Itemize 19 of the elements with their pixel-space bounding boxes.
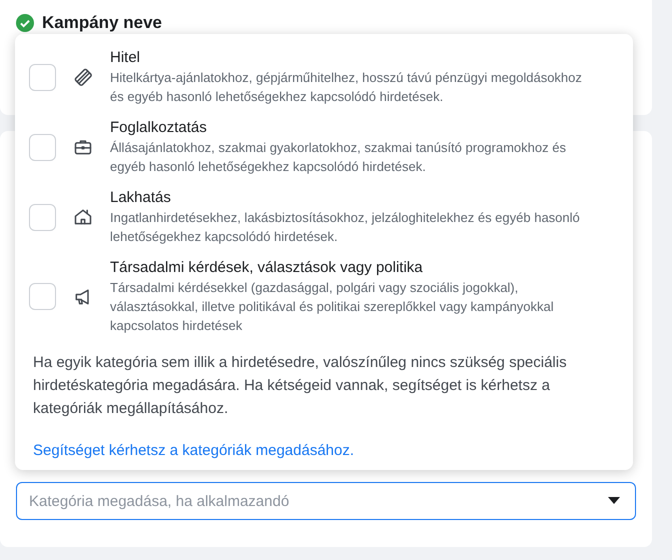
option-title[interactable]: Foglalkoztatás — [110, 118, 595, 138]
checkbox[interactable] — [29, 134, 56, 160]
house-icon — [73, 207, 93, 227]
help-note: Ha egyik kategória sem illik a hirdetésedre, valószínűleg nincs szükség speciális hirdetéskategória megadására. Ha kétségeid vannak, segítséget is kérhetsz a kategóriák megállapításához. — [32, 353, 568, 419]
card-icon — [73, 67, 93, 87]
help-link[interactable]: Segítséget kérhetsz a kategóriák megadásához. — [29, 440, 619, 462]
checkbox[interactable] — [29, 204, 56, 230]
checkbox[interactable] — [29, 283, 56, 310]
option-description: Társadalmi kérdésekkel (gazdasággal, polgári vagy szociális jogokkal), választásokkal, illetve politikával és politikai szereplőkkel vagy kampányokkal kapcsolatos hirdetések — [110, 279, 555, 335]
category-select[interactable]: Kategória megadása, ha alkalmazandó — [16, 482, 636, 520]
option-title[interactable]: Társadalmi kérdések, választások vagy politika — [110, 258, 595, 278]
option-title[interactable]: Hitel — [110, 48, 595, 68]
option-description: Ingatlanhirdetésekhez, lakásbiztosításokhoz, jelzáloghitelekhez és egyéb hasonló lehetőségekhez kapcsolódó hirdetések. — [110, 209, 581, 246]
option-title[interactable]: Lakhatás — [110, 188, 595, 208]
checkbox[interactable] — [29, 64, 56, 90]
option-description: Állásajánlatokhoz, szakmai gyakorlatokhoz, szakmai tanúsító programokhoz és egyéb hasonló lehetőségekhez kapcsolódó hirdetések. — [110, 139, 567, 176]
card-title: Kampány neve — [42, 13, 162, 33]
option-description: Hitelkártya-ajánlatokhoz, gépjárműhitelhez, hosszú távú pénzügyi megoldásokhoz és egyéb hasonló lehetőségekhez kapcsolódó hirdetések. — [110, 69, 583, 106]
caret-icon — [608, 497, 620, 505]
